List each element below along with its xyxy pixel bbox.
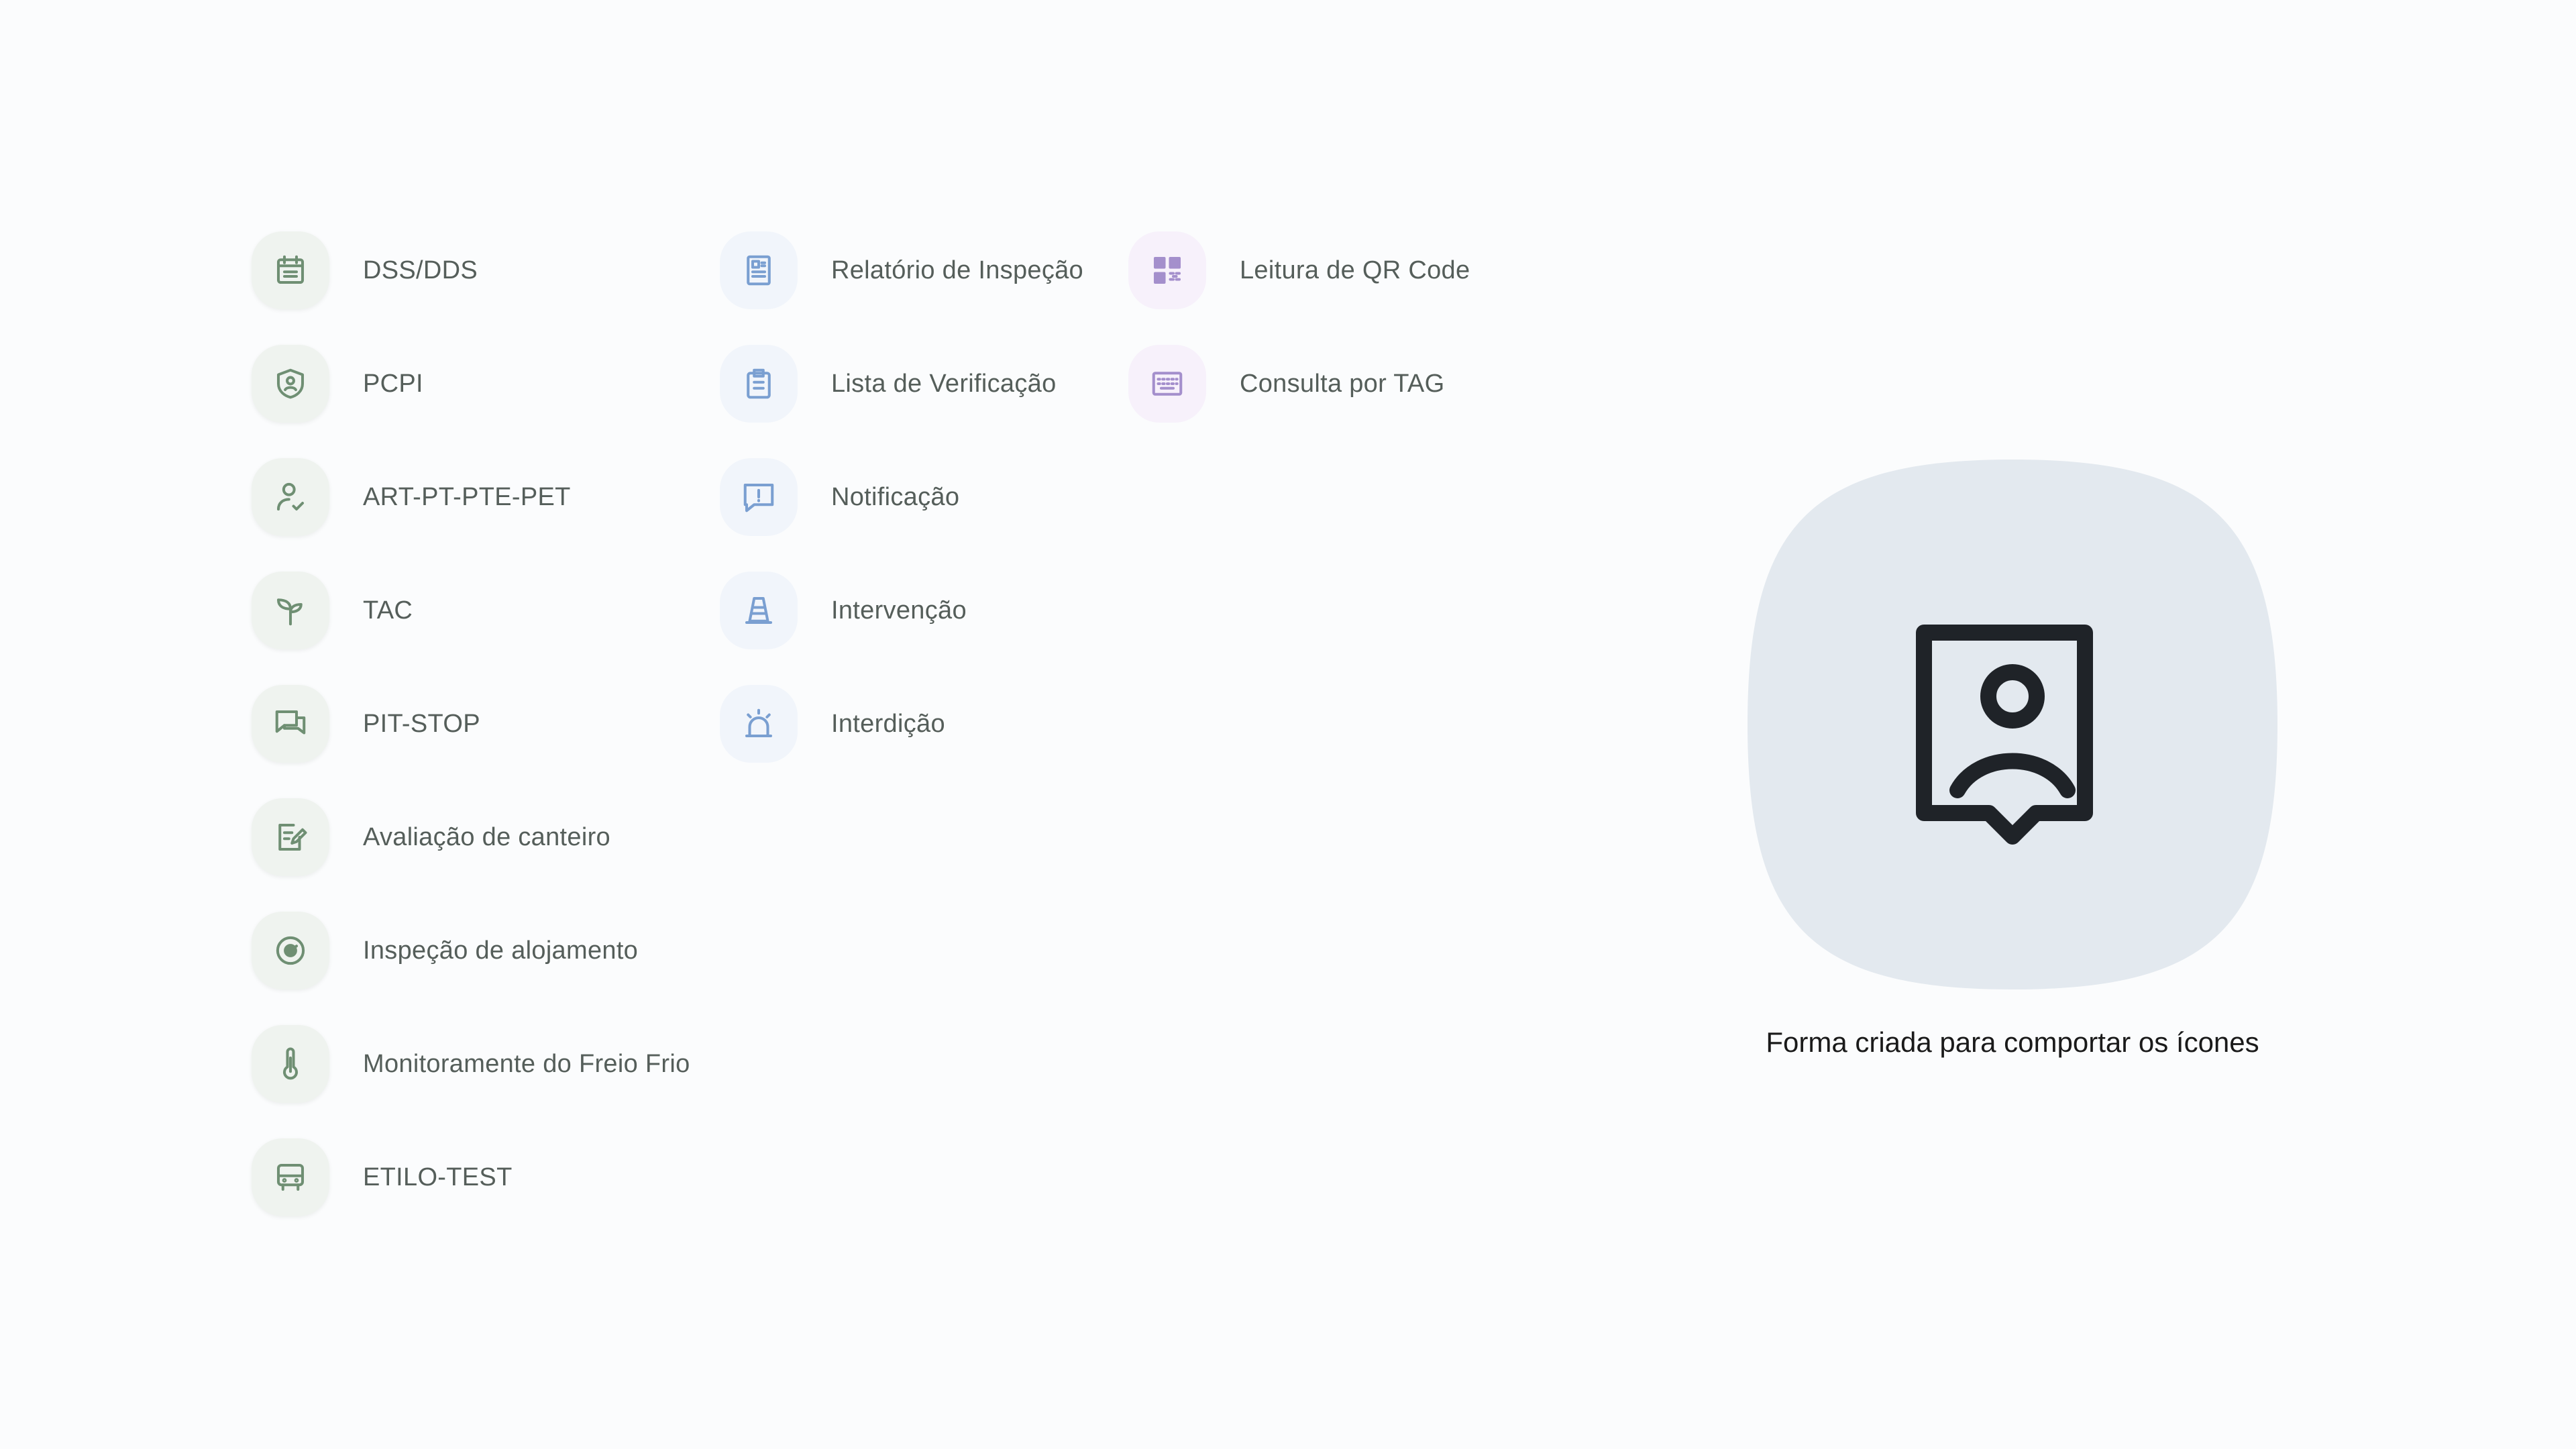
siren-icon <box>720 685 798 763</box>
message-alert-icon <box>720 458 798 536</box>
menu-item-label: ETILO-TEST <box>363 1163 513 1191</box>
qr-code-icon <box>1128 231 1206 309</box>
menu-item-etilo-test[interactable]: ETILO-TEST <box>252 1138 690 1216</box>
menu-item-intervencao[interactable]: Intervenção <box>720 572 1083 649</box>
menu-item-dss-dds[interactable]: DSS/DDS <box>252 231 690 309</box>
calendar-icon <box>252 231 329 309</box>
menu-item-interdicao[interactable]: Interdição <box>720 685 1083 763</box>
menu-item-inspecao-de-alojamento[interactable]: Inspeção de alojamento <box>252 912 690 989</box>
thermometer-icon <box>252 1025 329 1103</box>
menu-item-label: Interdição <box>831 709 945 738</box>
menu-item-art-pt-pte-pet[interactable]: ART-PT-PTE-PET <box>252 458 690 536</box>
column-purple: Leitura de QR Code Consulta por TAG <box>1128 231 1470 458</box>
keyboard-icon <box>1128 345 1206 423</box>
shape-illustration <box>1748 460 2277 989</box>
clipboard-list-icon <box>720 345 798 423</box>
user-check-icon <box>252 458 329 536</box>
menu-item-label: PCPI <box>363 369 423 398</box>
menu-item-label: Lista de Verificação <box>831 369 1057 398</box>
radar-icon <box>252 912 329 989</box>
edit-note-icon <box>252 798 329 876</box>
menu-item-leitura-de-qr-code[interactable]: Leitura de QR Code <box>1128 231 1470 309</box>
menu-item-label: TAC <box>363 596 413 625</box>
menu-item-avaliacao-de-canteiro[interactable]: Avaliação de canteiro <box>252 798 690 876</box>
menu-item-label: ART-PT-PTE-PET <box>363 482 571 511</box>
menu-item-label: Consulta por TAG <box>1240 369 1445 398</box>
bus-icon <box>252 1138 329 1216</box>
illustration-caption: Forma criada para comportar os ícones <box>1766 1026 2259 1058</box>
menu-item-pcpi[interactable]: PCPI <box>252 345 690 423</box>
column-green: DSS/DDS PCPI ART-PT-PTE-PET TAC PIT-STOP Aval… <box>252 231 690 1252</box>
sprout-icon <box>252 572 329 649</box>
menu-item-label: Avaliação de canteiro <box>363 822 610 851</box>
menu-item-relatorio-de-inspecao[interactable]: Relatório de Inspeção <box>720 231 1083 309</box>
menu-item-notificacao[interactable]: Notificação <box>720 458 1083 536</box>
menu-item-label: Relatório de Inspeção <box>831 256 1083 284</box>
menu-item-lista-de-verificacao[interactable]: Lista de Verificação <box>720 345 1083 423</box>
column-blue: Relatório de Inspeção Lista de Verificaçã… <box>720 231 1083 798</box>
menu-item-label: Leitura de QR Code <box>1240 256 1470 284</box>
chat-bubbles-icon <box>252 685 329 763</box>
menu-item-monitoramente-do-freio-frio[interactable]: Monitoramente do Freio Frio <box>252 1025 690 1103</box>
menu-item-label: PIT-STOP <box>363 709 480 738</box>
traffic-cone-icon <box>720 572 798 649</box>
menu-item-pit-stop[interactable]: PIT-STOP <box>252 685 690 763</box>
shield-user-icon <box>252 345 329 423</box>
menu-item-label: Inspeção de alojamento <box>363 936 639 965</box>
menu-item-consulta-por-tag[interactable]: Consulta por TAG <box>1128 345 1470 423</box>
menu-item-label: DSS/DDS <box>363 256 478 284</box>
menu-item-label: Intervenção <box>831 596 967 625</box>
menu-item-label: Monitoramente do Freio Frio <box>363 1049 690 1078</box>
report-icon <box>720 231 798 309</box>
menu-item-label: Notificação <box>831 482 960 511</box>
menu-item-tac[interactable]: TAC <box>252 572 690 649</box>
